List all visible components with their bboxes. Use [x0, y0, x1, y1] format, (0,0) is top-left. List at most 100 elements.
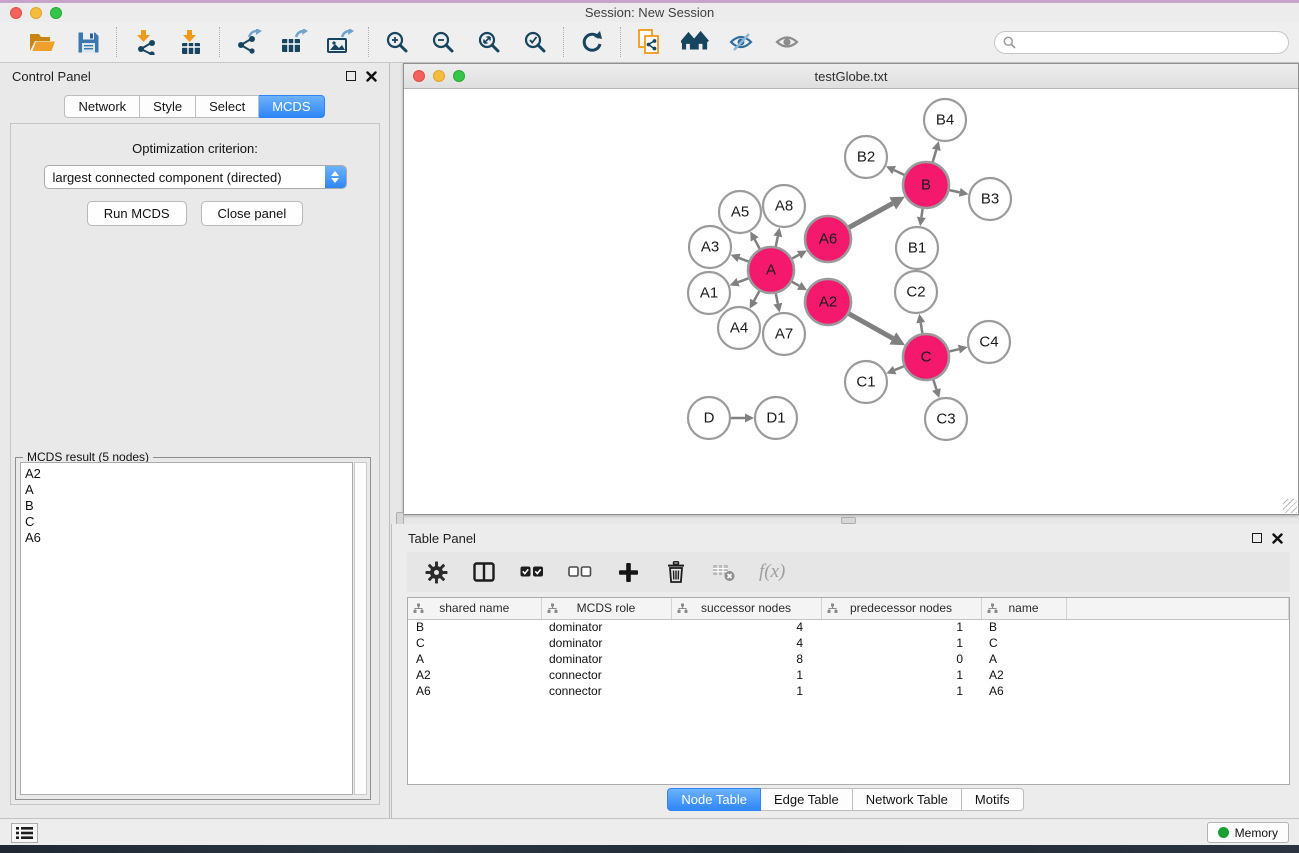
table-row[interactable]: A2connector11A2	[408, 667, 1289, 683]
graph-edge-C-C1[interactable]	[895, 366, 904, 370]
graph-node-D1[interactable]: D1	[755, 397, 797, 439]
close-panel-icon[interactable]	[366, 71, 377, 82]
show-graphics-details-icon[interactable]	[727, 28, 755, 56]
tab-style[interactable]: Style	[140, 95, 196, 118]
split-panel-icon[interactable]	[471, 559, 497, 585]
function-builder-icon[interactable]: f(x)	[759, 561, 785, 583]
tab-edge-table[interactable]: Edge Table	[761, 788, 853, 811]
table-cell[interactable]: 1	[821, 635, 981, 651]
graph-node-A6[interactable]: A6	[805, 216, 851, 262]
close-panel-icon[interactable]	[1272, 533, 1283, 544]
network-window-titlebar[interactable]: testGlobe.txt	[404, 64, 1298, 89]
table-cell[interactable]: 4	[671, 635, 821, 651]
graph-node-B[interactable]: B	[903, 162, 949, 208]
zoom-selected-icon[interactable]	[521, 28, 549, 56]
search-input[interactable]	[1021, 35, 1271, 50]
tab-network[interactable]: Network	[64, 95, 140, 118]
graph-edge-C-C2[interactable]	[921, 323, 923, 334]
table-cell[interactable]: B	[981, 619, 1066, 635]
table-cell[interactable]: 4	[671, 619, 821, 635]
table-cell[interactable]: A	[408, 651, 541, 667]
import-table-icon[interactable]	[177, 28, 205, 56]
tab-network-table[interactable]: Network Table	[853, 788, 962, 811]
table-cell[interactable]: 8	[671, 651, 821, 667]
graph-node-D[interactable]: D	[688, 397, 730, 439]
network-graph[interactable]: AA1A3A4A5A7A8A6A2BB1B2B3B4CC1C2C3C4DD1	[404, 89, 1298, 514]
delete-table-icon[interactable]	[711, 559, 737, 585]
memory-button[interactable]: Memory	[1207, 822, 1289, 843]
unselect-all-icon[interactable]	[567, 559, 593, 585]
table-cell[interactable]: 1	[821, 667, 981, 683]
float-panel-icon[interactable]	[346, 71, 356, 81]
window-resize-grip[interactable]	[1283, 499, 1297, 513]
result-item[interactable]: A6	[25, 530, 352, 546]
graph-node-C3[interactable]: C3	[925, 398, 967, 440]
graph-edge-A6-B[interactable]	[849, 203, 893, 227]
graph-edge-A-A1[interactable]	[738, 278, 748, 282]
table-cell[interactable]: connector	[541, 667, 671, 683]
graph-node-C2[interactable]: C2	[895, 271, 937, 313]
graph-node-A5[interactable]: A5	[719, 191, 761, 233]
zoom-out-icon[interactable]	[429, 28, 457, 56]
zoom-in-icon[interactable]	[383, 28, 411, 56]
graph-edge-A-A3[interactable]	[739, 258, 749, 262]
column-header[interactable]: MCDS role	[541, 598, 671, 619]
graph-node-A7[interactable]: A7	[763, 313, 805, 355]
column-header[interactable]: predecessor nodes	[821, 598, 981, 619]
graph-node-A1[interactable]: A1	[688, 272, 730, 314]
tab-node-table[interactable]: Node Table	[667, 788, 761, 811]
table-cell[interactable]: 1	[821, 683, 981, 699]
graph-node-B1[interactable]: B1	[896, 227, 938, 269]
gear-icon[interactable]	[423, 559, 449, 585]
graph-node-A2[interactable]: A2	[805, 279, 851, 325]
graph-node-B2[interactable]: B2	[845, 136, 887, 178]
home-icon[interactable]	[681, 28, 709, 56]
result-item[interactable]: A	[25, 482, 352, 498]
graph-node-A[interactable]: A	[748, 247, 794, 293]
graph-edge-B-B2[interactable]	[894, 170, 904, 175]
graph-edge-B-B1[interactable]	[921, 209, 922, 218]
float-panel-icon[interactable]	[1252, 533, 1262, 543]
table-row[interactable]: Adominator80A	[408, 651, 1289, 667]
tab-select[interactable]: Select	[196, 95, 259, 118]
result-scrollbar[interactable]	[354, 462, 367, 795]
table-cell[interactable]: connector	[541, 683, 671, 699]
graph-node-C[interactable]: C	[903, 334, 949, 380]
save-session-icon[interactable]	[74, 28, 102, 56]
graph-node-A3[interactable]: A3	[689, 226, 731, 268]
zoom-fit-icon[interactable]	[475, 28, 503, 56]
horizontal-splitter-handle[interactable]	[841, 517, 856, 524]
column-header[interactable]: successor nodes	[671, 598, 821, 619]
table-row[interactable]: Cdominator41C	[408, 635, 1289, 651]
mcds-result-list[interactable]: A2ABCA6	[20, 462, 353, 795]
table-cell[interactable]: A2	[408, 667, 541, 683]
graph-edge-A-A8[interactable]	[776, 236, 778, 246]
task-history-button[interactable]	[11, 823, 38, 843]
optimization-criterion-select[interactable]: largest connected component (directed)	[44, 165, 347, 189]
table-cell[interactable]: 1	[821, 619, 981, 635]
run-mcds-button[interactable]: Run MCDS	[87, 201, 187, 226]
tab-mcds[interactable]: MCDS	[259, 95, 324, 118]
graph-node-A8[interactable]: A8	[763, 185, 805, 227]
table-cell[interactable]: dominator	[541, 635, 671, 651]
table-cell[interactable]: 0	[821, 651, 981, 667]
table-cell[interactable]: A2	[981, 667, 1066, 683]
table-cell[interactable]: A	[981, 651, 1066, 667]
export-image-icon[interactable]	[326, 28, 354, 56]
table-cell[interactable]: dominator	[541, 651, 671, 667]
column-header[interactable]: shared name	[408, 598, 541, 619]
node-table[interactable]: shared nameMCDS rolesuccessor nodesprede…	[407, 597, 1290, 785]
export-table-icon[interactable]	[280, 28, 308, 56]
result-item[interactable]: B	[25, 498, 352, 514]
open-session-icon[interactable]	[28, 28, 56, 56]
table-cell[interactable]: 1	[671, 667, 821, 683]
graph-node-A4[interactable]: A4	[718, 307, 760, 349]
graph-edge-A-A2[interactable]	[792, 282, 799, 286]
graph-edge-A-A6[interactable]	[792, 255, 799, 259]
graph-edge-B-B4[interactable]	[933, 150, 937, 162]
table-row[interactable]: A6connector11A6	[408, 683, 1289, 699]
result-item[interactable]: A2	[25, 466, 352, 482]
graph-node-C1[interactable]: C1	[845, 361, 887, 403]
delete-column-icon[interactable]	[663, 559, 689, 585]
graph-edge-C-C3[interactable]	[933, 380, 936, 390]
